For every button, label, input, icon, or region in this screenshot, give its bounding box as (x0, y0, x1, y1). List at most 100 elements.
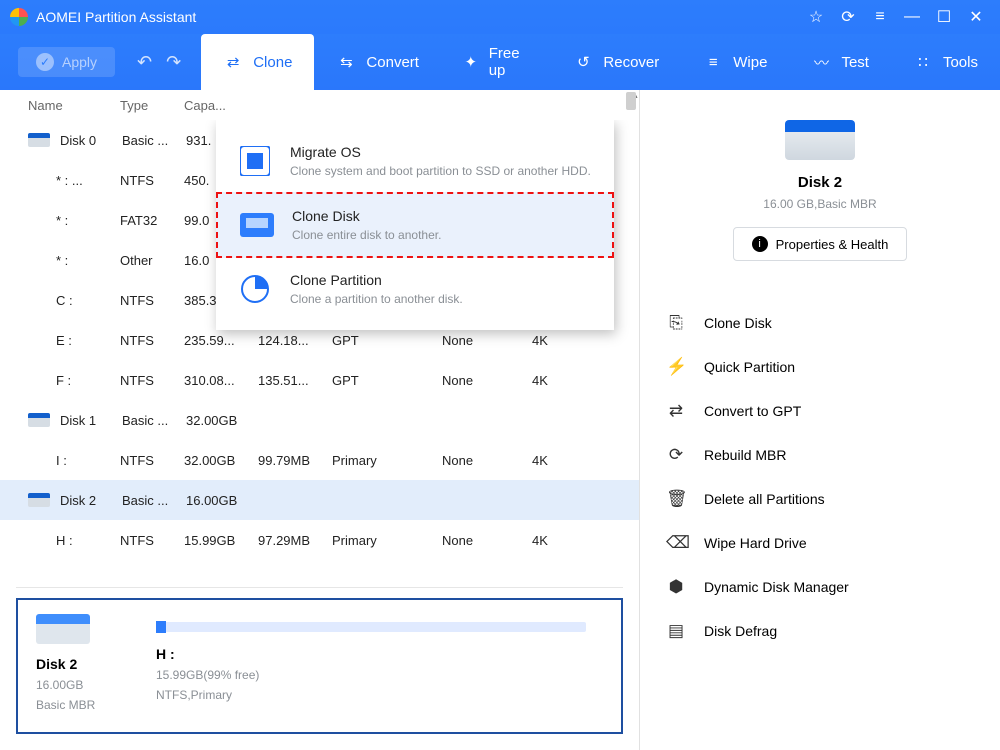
action-icon: ⚡ (666, 357, 686, 377)
undo-icon[interactable]: ↶ (137, 52, 152, 73)
clone-menu-title: Migrate OS (290, 144, 591, 160)
side-action-clone-disk[interactable]: ⎘Clone Disk (660, 301, 980, 345)
action-icon: ⇄ (666, 401, 686, 421)
menu-icon[interactable]: ≡ (866, 3, 894, 31)
disk-icon (785, 120, 855, 160)
cell-name: F : (56, 373, 120, 388)
side-disk-sub: 16.00 GB,Basic MBR (660, 197, 980, 211)
cell-name: Disk 1 (60, 413, 122, 428)
side-action-disk-defrag[interactable]: ▤Disk Defrag (660, 609, 980, 653)
action-icon: ⌫ (666, 533, 686, 553)
side-action-rebuild-mbr[interactable]: ⟳Rebuild MBR (660, 433, 980, 477)
refresh-icon[interactable]: ⟳ (834, 3, 862, 31)
action-label: Quick Partition (704, 359, 795, 375)
clone-menu-desc: Clone a partition to another disk. (290, 292, 463, 306)
side-action-delete-all-partitions[interactable]: 🗑Delete all Partitions (660, 477, 980, 521)
check-icon: ✓ (36, 53, 54, 71)
side-action-wipe-hard-drive[interactable]: ⌫ Wipe Hard Drive (660, 521, 980, 565)
col-type[interactable]: Type (120, 98, 184, 113)
side-action-dynamic-disk-manager[interactable]: ⬢Dynamic Disk Manager (660, 565, 980, 609)
properties-button[interactable]: i Properties & Health (733, 227, 908, 261)
col-name[interactable]: Name (28, 98, 120, 113)
test-icon: 〰 (811, 52, 831, 72)
info-icon: i (752, 236, 768, 252)
clone-menu-clone-disk[interactable]: Clone Disk Clone entire disk to another. (216, 192, 614, 258)
side-action-quick-partition[interactable]: ⚡ Quick Partition (660, 345, 980, 389)
detail-disk-title: Disk 2 (36, 656, 116, 672)
side-action-convert-to-gpt[interactable]: ⇄Convert to GPT (660, 389, 980, 433)
disk-row[interactable]: Disk 1Basic ...32.00GB (0, 400, 639, 440)
toolbar-tools[interactable]: ∷Tools (891, 34, 1000, 90)
cell-partition-type: GPT (332, 333, 442, 348)
maximize-icon[interactable]: ☐ (930, 3, 958, 31)
detail-panel: Disk 2 16.00GB Basic MBR H : 15.99GB(99%… (16, 598, 623, 734)
cell-sector: 4K (532, 453, 592, 468)
cell-sector: 4K (532, 333, 592, 348)
toolbar-label: Free up (489, 45, 530, 79)
detail-part-title: H : (156, 646, 586, 662)
toolbar-wipe[interactable]: ≡ Wipe (681, 34, 789, 90)
clone-menu-icon (238, 272, 272, 306)
toolbar-label: Tools (943, 54, 978, 71)
toolbar-clone[interactable]: ⇄ Clone (201, 34, 314, 90)
col-capacity[interactable]: Capa... (184, 98, 258, 113)
disk-icon (28, 493, 50, 507)
clone-menu-title: Clone Partition (290, 272, 463, 288)
toolbar-label: Clone (253, 54, 292, 71)
clone-icon: ⇄ (223, 52, 243, 72)
clone-menu-migrate-os[interactable]: Migrate OS Clone system and boot partiti… (216, 130, 614, 192)
star-icon[interactable]: ☆ (802, 3, 830, 31)
cell-type: Other (120, 253, 184, 268)
cell-name: Disk 2 (60, 493, 122, 508)
cell-free: 124.18... (258, 333, 332, 348)
cell-name: I : (56, 453, 120, 468)
toolbar-label: Convert (366, 54, 419, 71)
cell-name: * : ... (56, 173, 120, 188)
minimize-icon[interactable]: — (898, 3, 926, 31)
table-header: Name Type Capa... (0, 90, 639, 120)
clone-menu-desc: Clone entire disk to another. (292, 228, 441, 242)
action-icon: ▤ (666, 621, 686, 641)
cell-free: 97.29MB (258, 533, 332, 548)
scrollbar[interactable]: ▴ (621, 90, 639, 750)
close-icon[interactable]: ✕ (962, 3, 990, 31)
disk-row[interactable]: Disk 2Basic ...16.00GB (0, 480, 639, 520)
toolbar-recover[interactable]: ↺Recover (551, 34, 681, 90)
main-panel: Name Type Capa... Migrate OS Clone syste… (0, 90, 640, 750)
action-icon: ⟳ (666, 445, 686, 465)
wipe-icon: ≡ (703, 52, 723, 72)
app-logo-icon (10, 8, 28, 26)
action-label: Dynamic Disk Manager (704, 579, 849, 595)
clone-menu-desc: Clone system and boot partition to SSD o… (290, 164, 591, 178)
scroll-thumb[interactable] (626, 92, 636, 110)
clone-menu-clone-partition[interactable]: Clone Partition Clone a partition to ano… (216, 258, 614, 320)
partition-bar[interactable] (156, 622, 586, 632)
cell-name: E : (56, 333, 120, 348)
action-icon: 🗑 (666, 489, 686, 509)
cell-name: Disk 0 (60, 133, 122, 148)
side-panel: Disk 2 16.00 GB,Basic MBR i Properties &… (640, 90, 1000, 750)
cell-flag: None (442, 533, 532, 548)
cell-partition-type: Primary (332, 533, 442, 548)
cell-type: NTFS (120, 373, 184, 388)
convert-icon: ⇆ (336, 52, 356, 72)
cell-name: H : (56, 533, 120, 548)
clone-menu-icon (238, 144, 272, 178)
redo-icon[interactable]: ↷ (166, 52, 181, 73)
toolbar-free-up[interactable]: ✦Free up (441, 34, 551, 90)
partition-row[interactable]: I :NTFS32.00GB99.79MBPrimaryNone4K (0, 440, 639, 480)
partition-row[interactable]: F :NTFS310.08...135.51...GPTNone4K (0, 360, 639, 400)
properties-label: Properties & Health (776, 237, 889, 252)
action-label: Wipe Hard Drive (704, 535, 807, 551)
cell-type: FAT32 (120, 213, 184, 228)
partition-row[interactable]: H :NTFS15.99GB97.29MBPrimaryNone4K (0, 520, 639, 560)
detail-disk-scheme: Basic MBR (36, 698, 116, 712)
cell-partition-type: GPT (332, 373, 442, 388)
cell-free: 99.79MB (258, 453, 332, 468)
toolbar-label: Wipe (733, 54, 767, 71)
cell-flag: None (442, 373, 532, 388)
toolbar-convert[interactable]: ⇆ Convert (314, 34, 441, 90)
cell-type: NTFS (120, 293, 184, 308)
apply-button[interactable]: ✓ Apply (18, 47, 115, 77)
toolbar-test[interactable]: 〰Test (789, 34, 891, 90)
